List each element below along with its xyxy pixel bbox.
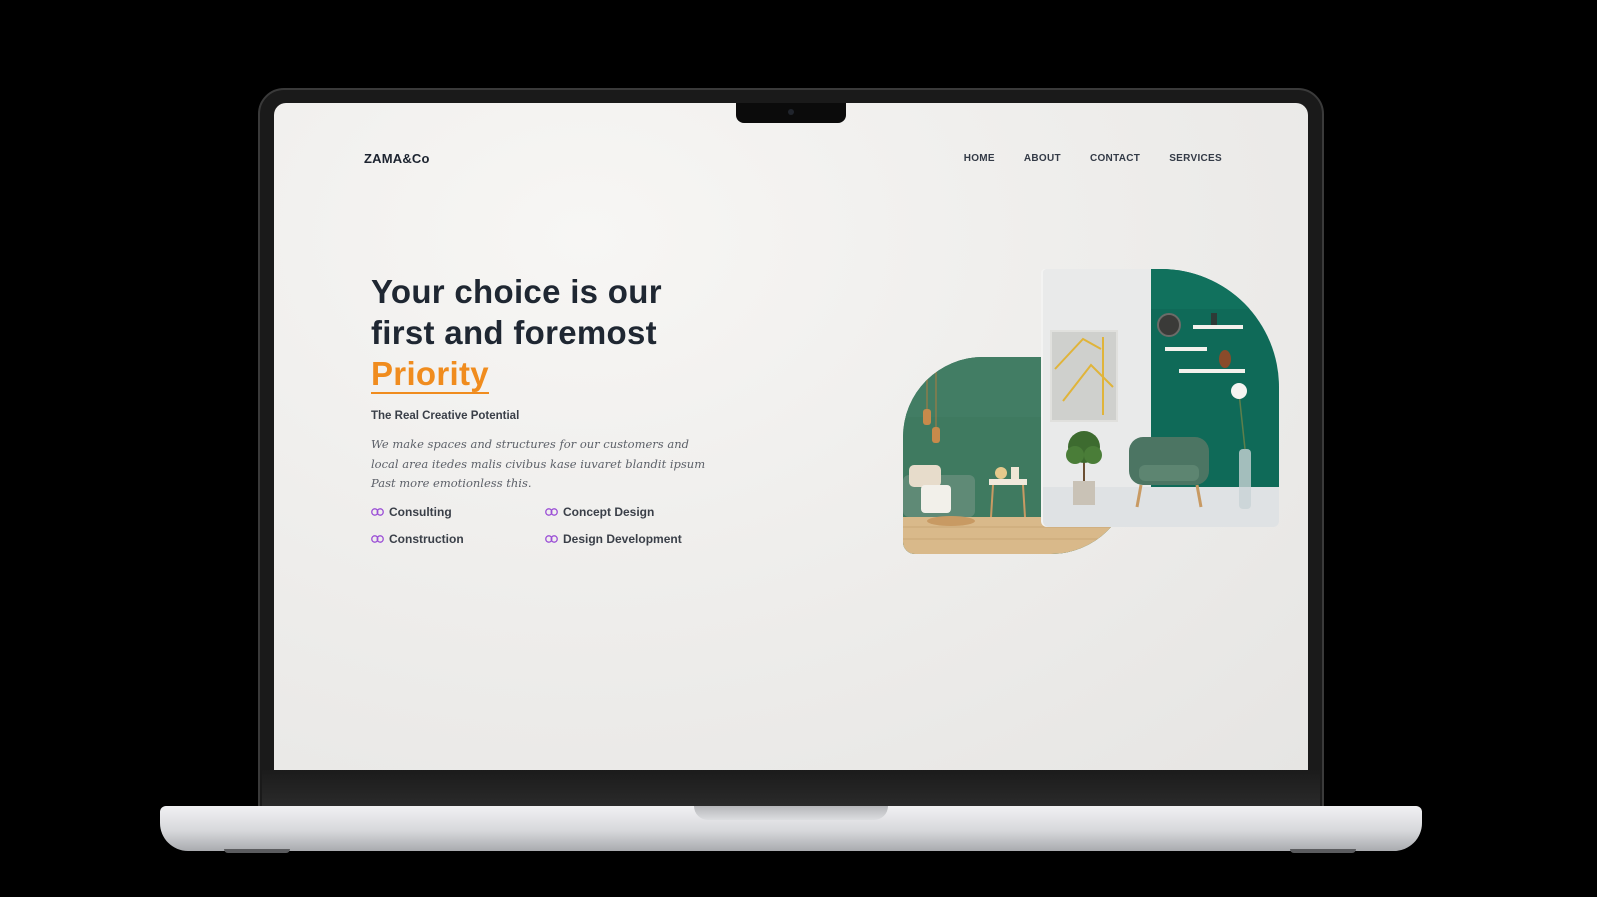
camera-icon [788, 109, 794, 115]
teal-room-illustration [1043, 269, 1279, 527]
services-list: Consulting Concept Design Construction D… [371, 505, 719, 546]
service-label: Construction [389, 532, 464, 546]
service-label: Consulting [389, 505, 452, 519]
link-icon [371, 535, 384, 543]
link-icon [545, 508, 558, 516]
service-consulting[interactable]: Consulting [371, 505, 545, 519]
link-icon [545, 535, 558, 543]
service-concept-design[interactable]: Concept Design [545, 505, 719, 519]
hero-subtitle: The Real Creative Potential [371, 410, 520, 422]
website-screen: ZAMA&Co HOME ABOUT CONTACT SERVICES Your… [274, 103, 1308, 770]
camera-notch [736, 103, 846, 123]
hero-title-accent: Priority [371, 355, 489, 394]
service-construction[interactable]: Construction [371, 532, 545, 546]
device-mockup: ZAMA&Co HOME ABOUT CONTACT SERVICES Your… [0, 0, 1597, 897]
nav-about[interactable]: ABOUT [1024, 153, 1061, 164]
nav-contact[interactable]: CONTACT [1090, 153, 1140, 164]
service-design-development[interactable]: Design Development [545, 532, 719, 546]
service-label: Design Development [563, 532, 682, 546]
service-label: Concept Design [563, 505, 655, 519]
nav-home[interactable]: HOME [964, 153, 995, 164]
main-nav: HOME ABOUT CONTACT SERVICES [964, 153, 1222, 164]
laptop-foot-right [1290, 849, 1356, 853]
hero-title: Your choice is our first and foremost Pr… [371, 271, 662, 394]
hero-title-line1: Your choice is our [371, 273, 662, 310]
laptop-foot-left [224, 849, 290, 853]
teal-room-image [1043, 269, 1279, 527]
lid-opening-groove [694, 806, 888, 820]
hero-title-line2: first and foremost [371, 314, 657, 351]
nav-services[interactable]: SERVICES [1169, 153, 1222, 164]
bottom-bezel [262, 770, 1320, 806]
interior-collage [903, 269, 1279, 554]
hero-description: We make spaces and structures for our cu… [371, 437, 706, 490]
brand-logo[interactable]: ZAMA&Co [364, 151, 430, 166]
link-icon [371, 508, 384, 516]
